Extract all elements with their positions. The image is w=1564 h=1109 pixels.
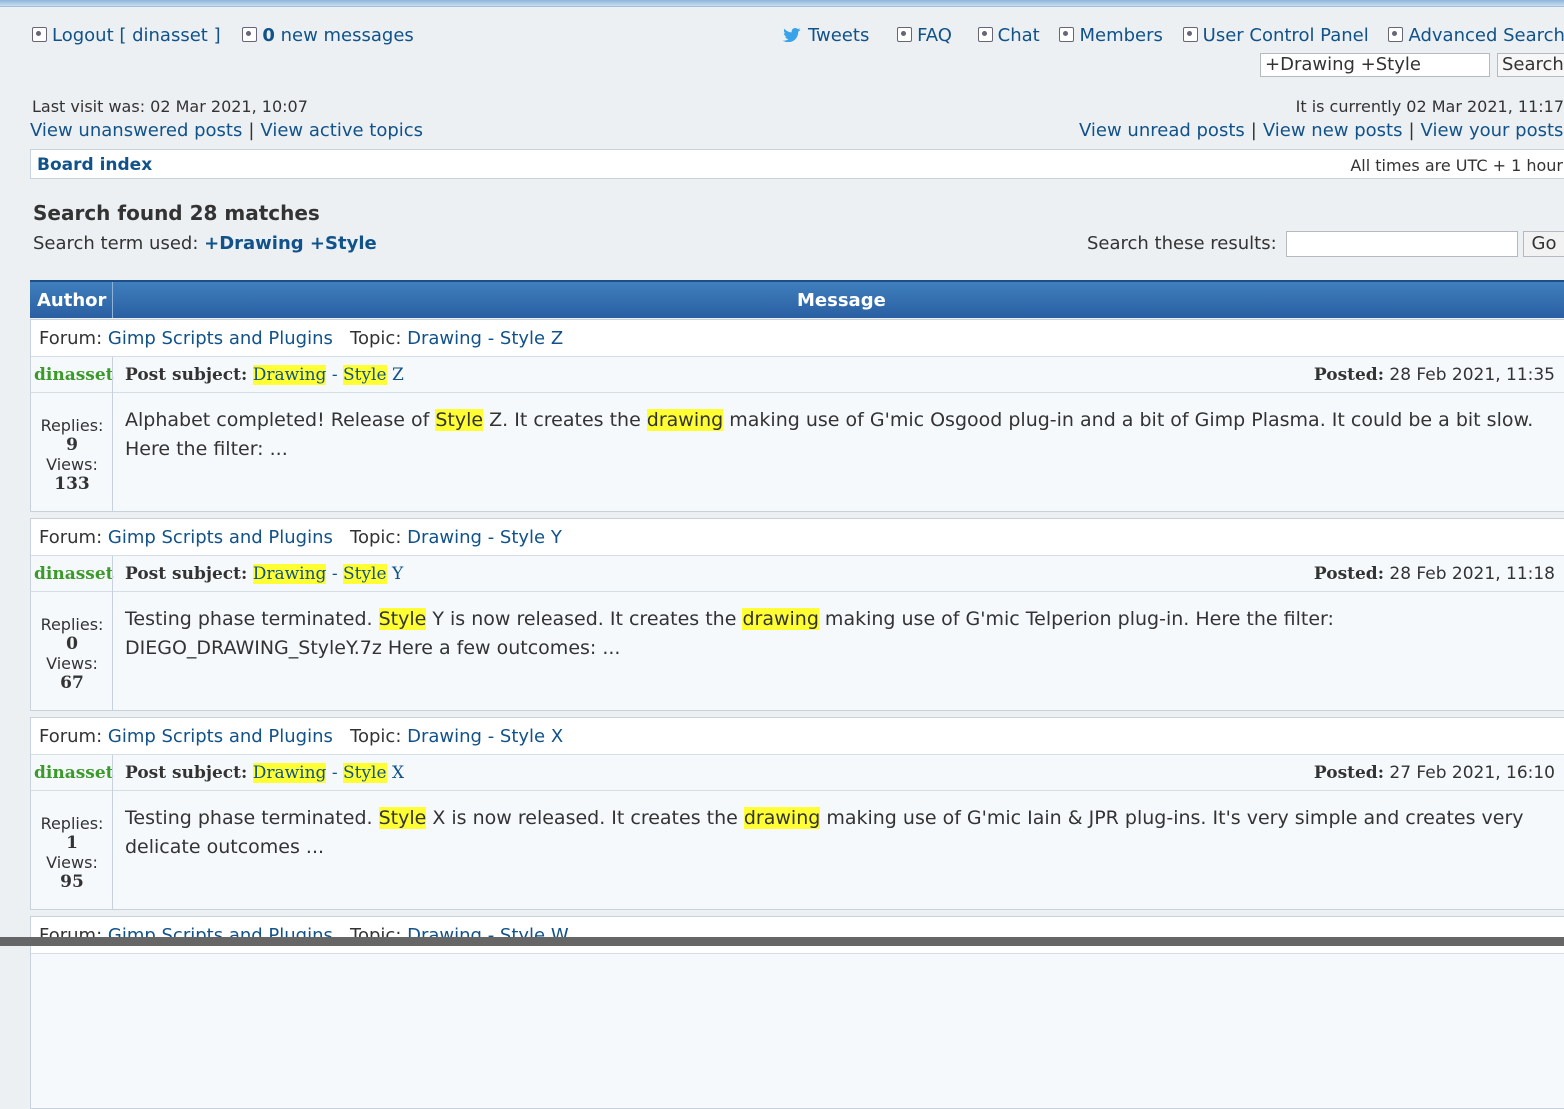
posted-date: Posted: 27 Feb 2021, 16:10 bbox=[1313, 763, 1555, 783]
ucp-link[interactable]: User Control Panel bbox=[1182, 25, 1369, 46]
user-icon bbox=[1182, 27, 1198, 42]
chat-icon bbox=[977, 27, 993, 42]
breadcrumb: Board index All times are UTC + 1 hour bbox=[30, 149, 1564, 179]
search-term-link[interactable]: +Drawing +Style bbox=[204, 233, 377, 254]
advanced-search-link[interactable]: Advanced Search bbox=[1388, 25, 1564, 46]
post-stats: Replies: 9 Views: 133 bbox=[40, 416, 104, 494]
top-border bbox=[0, 0, 1564, 7]
question-icon bbox=[897, 27, 913, 42]
top-nav: Tweets FAQ Chat Members User Control Pan… bbox=[760, 25, 1564, 46]
post-subject: Post subject: Drawing - Style Y bbox=[125, 564, 404, 584]
post-subject-link[interactable]: Drawing - Style Y bbox=[252, 564, 403, 584]
post-subject: Post subject: Drawing - Style X bbox=[125, 763, 405, 783]
posted-date: Posted: 28 Feb 2021, 11:35 bbox=[1313, 365, 1555, 385]
posted-date: Posted: 28 Feb 2021, 11:18 bbox=[1313, 564, 1555, 584]
timezone-note: All times are UTC + 1 hour bbox=[1350, 156, 1563, 175]
search-results-label: Search these results: bbox=[1087, 233, 1277, 254]
header-search-button[interactable]: Search bbox=[1497, 53, 1564, 77]
unanswered-posts-link[interactable]: View unanswered posts bbox=[30, 120, 242, 141]
author-header: Author bbox=[37, 290, 107, 311]
board-index-link[interactable]: Board index bbox=[37, 155, 152, 175]
your-posts-link[interactable]: View your posts bbox=[1421, 120, 1564, 141]
post-stats: Replies: 0 Views: 67 bbox=[40, 615, 104, 693]
post-excerpt: Alphabet completed! Release of Style Z. … bbox=[125, 409, 1534, 460]
right-links: View unread posts | View new posts | View yo… bbox=[1079, 120, 1564, 141]
new-posts-link[interactable]: View new posts bbox=[1263, 120, 1403, 141]
result-row: Forum: Gimp Scripts and Plugins Topic: D… bbox=[30, 319, 1564, 512]
search-term: Search term used: +Drawing +Style bbox=[33, 233, 377, 254]
left-links: View unanswered posts | View active topics bbox=[30, 120, 424, 141]
go-button[interactable]: Go bbox=[1523, 231, 1564, 257]
result-row: Forum: Gimp Scripts and Plugins Topic: D… bbox=[30, 518, 1564, 711]
members-link[interactable]: Members bbox=[1059, 25, 1163, 46]
last-visit: Last visit was: 02 Mar 2021, 10:07 bbox=[32, 97, 308, 116]
forum-link[interactable]: Gimp Scripts and Plugins bbox=[108, 328, 333, 349]
logout-icon bbox=[32, 27, 47, 42]
forum-link[interactable]: Gimp Scripts and Plugins bbox=[108, 527, 333, 548]
result-row: Forum: Gimp Scripts and Plugins Topic: D… bbox=[30, 717, 1564, 910]
post-subject: Post subject: Drawing - Style Z bbox=[125, 365, 404, 385]
forum-link[interactable]: Gimp Scripts and Plugins bbox=[108, 726, 333, 747]
post-subject-link[interactable]: Drawing - Style Z bbox=[252, 365, 404, 385]
current-time: It is currently 02 Mar 2021, 11:17 bbox=[1295, 97, 1564, 116]
tweets-link[interactable]: Tweets bbox=[782, 25, 869, 46]
twitter-bird-icon bbox=[782, 28, 801, 42]
results-header: Author Message bbox=[30, 280, 1564, 318]
user-bar: Logout [ dinasset ] 0 new messages bbox=[32, 25, 414, 46]
messages-link[interactable]: 0 new messages bbox=[242, 25, 414, 46]
topic-link[interactable]: Drawing - Style X bbox=[407, 726, 563, 747]
envelope-icon bbox=[242, 27, 258, 42]
magnifier-icon bbox=[1388, 27, 1404, 42]
header-search-input[interactable]: +Drawing +Style bbox=[1260, 53, 1490, 77]
post-excerpt: Testing phase terminated. Style Y is now… bbox=[125, 608, 1334, 659]
topic-link[interactable]: Drawing - Style Y bbox=[407, 527, 562, 548]
chat-link[interactable]: Chat bbox=[977, 25, 1040, 46]
search-results-input[interactable] bbox=[1286, 231, 1518, 257]
topic-link[interactable]: Drawing - Style Z bbox=[407, 328, 563, 349]
logout-link[interactable]: Logout [ dinasset ] bbox=[32, 25, 221, 46]
active-topics-link[interactable]: View active topics bbox=[260, 120, 423, 141]
window-bottom-edge bbox=[0, 937, 1564, 946]
faq-link[interactable]: FAQ bbox=[897, 25, 952, 46]
members-icon bbox=[1059, 27, 1075, 42]
message-header: Message bbox=[797, 290, 886, 311]
page-title: Search found 28 matches bbox=[33, 201, 320, 225]
post-excerpt: Testing phase terminated. Style X is now… bbox=[125, 807, 1524, 858]
unread-posts-link[interactable]: View unread posts bbox=[1079, 120, 1245, 141]
post-stats: Replies: 1 Views: 95 bbox=[40, 814, 104, 892]
post-subject-link[interactable]: Drawing - Style X bbox=[252, 763, 404, 783]
